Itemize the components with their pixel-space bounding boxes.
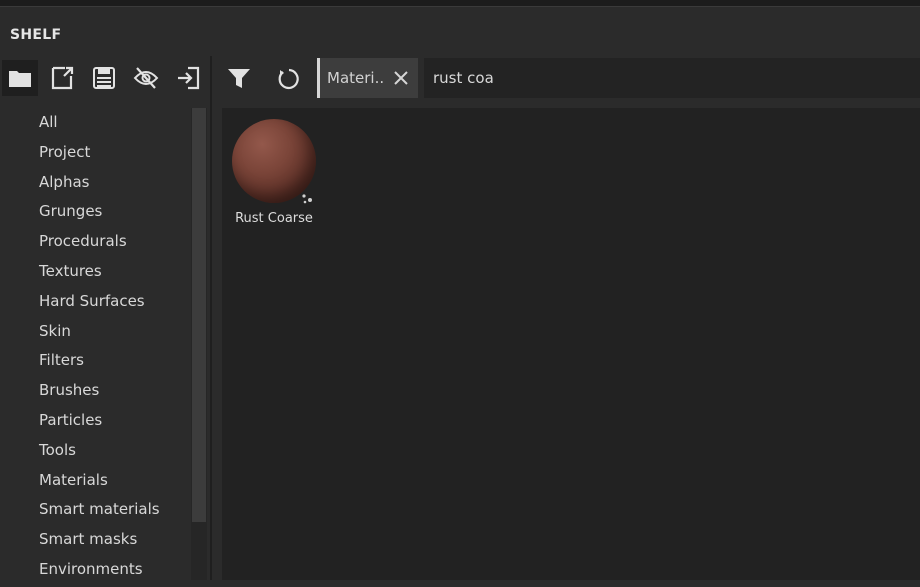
result-tile[interactable]: Rust Coarse [222,114,326,234]
close-icon[interactable] [391,68,411,88]
category-project[interactable]: Project [0,138,190,168]
import-button[interactable] [170,60,206,96]
category-brushes[interactable]: Brushes [0,376,190,406]
new-document-button[interactable] [44,60,80,96]
hide-icon [133,67,159,89]
category-grunges[interactable]: Grunges [0,197,190,227]
filter-chip-label: Materi.. [327,69,385,87]
category-alphas[interactable]: Alphas [0,168,190,198]
category-skin[interactable]: Skin [0,317,190,347]
category-smart-masks[interactable]: Smart masks [0,525,190,555]
category-hard-surfaces[interactable]: Hard Surfaces [0,287,190,317]
category-particles[interactable]: Particles [0,406,190,436]
left-toolbar [0,56,210,100]
category-list: All Project Alphas Grunges Procedurals T… [0,108,190,587]
material-badge-icon [302,194,312,204]
filter-icon [228,69,250,88]
category-all[interactable]: All [0,108,190,138]
import-icon [178,66,200,90]
bottom-border [0,580,920,587]
category-tools[interactable]: Tools [0,436,190,466]
refresh-icon [278,68,299,90]
panel-header: SHELF [0,6,920,57]
search-input[interactable] [424,58,920,98]
save-icon [93,67,115,89]
result-label: Rust Coarse [235,211,313,226]
category-textures[interactable]: Textures [0,257,190,287]
category-procedurals[interactable]: Procedurals [0,227,190,257]
refresh-button[interactable] [272,62,306,96]
category-smart-materials[interactable]: Smart materials [0,495,190,525]
filter-chip[interactable]: Materi.. [317,58,418,98]
new-document-icon [51,66,74,90]
panel-divider[interactable] [210,56,212,587]
folder-icon [9,71,31,87]
results-grid: Rust Coarse [222,108,920,580]
category-scrollbar[interactable] [191,108,207,587]
save-button[interactable] [86,60,122,96]
panel-title: SHELF [10,27,62,43]
category-materials[interactable]: Materials [0,466,190,496]
folder-button[interactable] [2,60,38,96]
material-thumbnail [232,119,316,203]
filter-button[interactable] [222,62,256,96]
category-panel: All Project Alphas Grunges Procedurals T… [0,56,210,587]
scrollbar-thumb[interactable] [192,108,206,522]
hide-button[interactable] [128,60,164,96]
category-filters[interactable]: Filters [0,346,190,376]
search-toolbar: Materi.. [212,56,920,100]
